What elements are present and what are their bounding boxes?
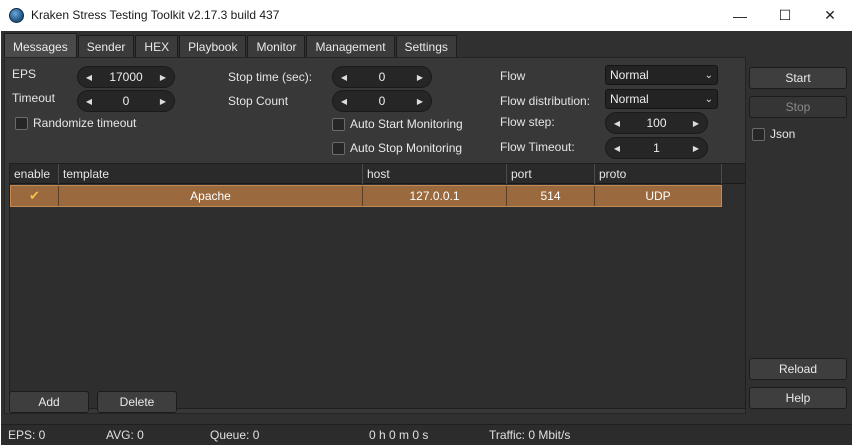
- templates-table[interactable]: enable template host port proto ✔ Apache…: [9, 163, 746, 409]
- tab-settings[interactable]: Settings: [395, 35, 457, 57]
- tab-messages[interactable]: Messages: [4, 33, 77, 57]
- flow-timeout-spinner[interactable]: ◀ 1 ▶: [605, 137, 708, 159]
- decrement-icon[interactable]: ◀: [339, 73, 349, 82]
- chevron-down-icon[interactable]: ⌄: [705, 70, 713, 81]
- flow-step-label: Flow step:: [500, 115, 555, 129]
- flow-value[interactable]: Normal: [610, 68, 649, 82]
- add-button[interactable]: Add: [9, 391, 89, 413]
- help-button[interactable]: Help: [749, 387, 847, 409]
- randomize-timeout-checkbox[interactable]: Randomize timeout: [15, 116, 136, 130]
- flow-distribution-select[interactable]: Normal ⌄: [605, 89, 718, 109]
- column-header-port[interactable]: port: [507, 164, 595, 184]
- stop-time-label: Stop time (sec):: [228, 70, 313, 84]
- timeout-value[interactable]: 0: [94, 94, 158, 108]
- start-button[interactable]: Start: [749, 67, 847, 89]
- auto-start-monitoring-label: Auto Start Monitoring: [350, 117, 463, 131]
- main-window: Messages Sender HEX Playbook Monitor Man…: [1, 31, 852, 445]
- tab-monitor[interactable]: Monitor: [247, 35, 306, 57]
- stop-time-value[interactable]: 0: [349, 70, 415, 84]
- checkbox-box[interactable]: [752, 127, 765, 141]
- maximize-icon: ☐: [778, 7, 792, 23]
- flow-label: Flow: [500, 69, 526, 83]
- flow-distribution-value[interactable]: Normal: [610, 92, 649, 106]
- stop-count-value[interactable]: 0: [349, 94, 415, 108]
- stop-button[interactable]: Stop: [749, 96, 847, 118]
- checkmark-icon[interactable]: ✔: [29, 188, 40, 203]
- status-bar: EPS: 0 AVG: 0 Queue: 0 0 h 0 m 0 s Traff…: [1, 424, 852, 445]
- checkbox-box[interactable]: [15, 116, 28, 130]
- auto-start-monitoring-checkbox[interactable]: Auto Start Monitoring: [332, 117, 463, 131]
- messages-panel: EPS ◀ 17000 ▶ Timeout ◀ 0 ▶ Randomize ti…: [4, 57, 746, 414]
- auto-stop-monitoring-checkbox[interactable]: Auto Stop Monitoring: [332, 141, 462, 155]
- randomize-timeout-label: Randomize timeout: [33, 116, 137, 130]
- minimize-button[interactable]: —: [717, 0, 763, 31]
- tab-playbook[interactable]: Playbook: [179, 35, 247, 57]
- decrement-icon[interactable]: ◀: [84, 97, 94, 106]
- json-label: Json: [770, 127, 796, 141]
- traffic-status: Traffic: 0 Mbit/s: [489, 428, 571, 442]
- elapsed-time-status: 0 h 0 m 0 s: [369, 428, 429, 442]
- flow-select[interactable]: Normal ⌄: [605, 65, 718, 85]
- decrement-icon[interactable]: ◀: [612, 119, 622, 128]
- flow-timeout-value[interactable]: 1: [622, 141, 691, 155]
- eps-label: EPS: [12, 67, 37, 81]
- eps-spinner[interactable]: ◀ 17000 ▶: [77, 66, 175, 88]
- timeout-label: Timeout: [12, 91, 55, 105]
- window-title: Kraken Stress Testing Toolkit v2.17.3 bu…: [31, 8, 280, 22]
- chevron-down-icon[interactable]: ⌄: [705, 94, 713, 105]
- increment-icon[interactable]: ▶: [691, 119, 701, 128]
- column-header-enable[interactable]: enable: [10, 164, 59, 184]
- reload-button[interactable]: Reload: [749, 358, 847, 380]
- column-header-proto[interactable]: proto: [595, 164, 722, 184]
- increment-icon[interactable]: ▶: [415, 73, 425, 82]
- decrement-icon[interactable]: ◀: [84, 73, 94, 82]
- increment-icon[interactable]: ▶: [691, 144, 701, 153]
- close-button[interactable]: ✕: [807, 0, 853, 31]
- column-header-host[interactable]: host: [363, 164, 507, 184]
- port-cell[interactable]: 514: [507, 186, 595, 206]
- column-header-template[interactable]: template: [59, 164, 363, 184]
- increment-icon[interactable]: ▶: [415, 97, 425, 106]
- title-bar: Kraken Stress Testing Toolkit v2.17.3 bu…: [0, 0, 853, 31]
- increment-icon[interactable]: ▶: [158, 97, 168, 106]
- json-checkbox[interactable]: Json: [752, 127, 795, 141]
- maximize-button[interactable]: ☐: [762, 0, 808, 31]
- minimize-icon: —: [733, 7, 747, 24]
- enable-cell[interactable]: ✔: [11, 186, 59, 206]
- proto-cell[interactable]: UDP: [595, 186, 721, 206]
- host-cell[interactable]: 127.0.0.1: [363, 186, 507, 206]
- queue-status: Queue: 0: [210, 428, 260, 442]
- close-icon: ✕: [824, 7, 836, 23]
- avg-status: AVG: 0: [106, 428, 144, 442]
- eps-value[interactable]: 17000: [94, 70, 158, 84]
- timeout-spinner[interactable]: ◀ 0 ▶: [77, 90, 175, 112]
- delete-button[interactable]: Delete: [97, 391, 177, 413]
- flow-timeout-label: Flow Timeout:: [500, 140, 575, 154]
- tab-hex[interactable]: HEX: [135, 35, 179, 57]
- table-header: enable template host port proto: [10, 164, 745, 184]
- flow-distribution-label: Flow distribution:: [500, 94, 591, 108]
- app-logo-icon: [9, 8, 24, 23]
- decrement-icon[interactable]: ◀: [612, 144, 622, 153]
- checkbox-box[interactable]: [332, 141, 345, 155]
- eps-status: EPS: 0: [8, 428, 46, 442]
- flow-step-value[interactable]: 100: [622, 116, 691, 130]
- template-cell[interactable]: Apache: [59, 186, 363, 206]
- stop-time-spinner[interactable]: ◀ 0 ▶: [332, 66, 432, 88]
- table-row[interactable]: ✔ Apache 127.0.0.1 514 UDP: [10, 185, 722, 207]
- decrement-icon[interactable]: ◀: [339, 97, 349, 106]
- tab-management[interactable]: Management: [306, 35, 395, 57]
- tab-bar: Messages Sender HEX Playbook Monitor Man…: [4, 33, 458, 57]
- tab-sender[interactable]: Sender: [77, 35, 135, 57]
- stop-count-spinner[interactable]: ◀ 0 ▶: [332, 90, 432, 112]
- stop-count-label: Stop Count: [228, 94, 289, 108]
- increment-icon[interactable]: ▶: [158, 73, 168, 82]
- flow-step-spinner[interactable]: ◀ 100 ▶: [605, 112, 708, 134]
- auto-stop-monitoring-label: Auto Stop Monitoring: [350, 141, 463, 155]
- checkbox-box[interactable]: [332, 117, 345, 131]
